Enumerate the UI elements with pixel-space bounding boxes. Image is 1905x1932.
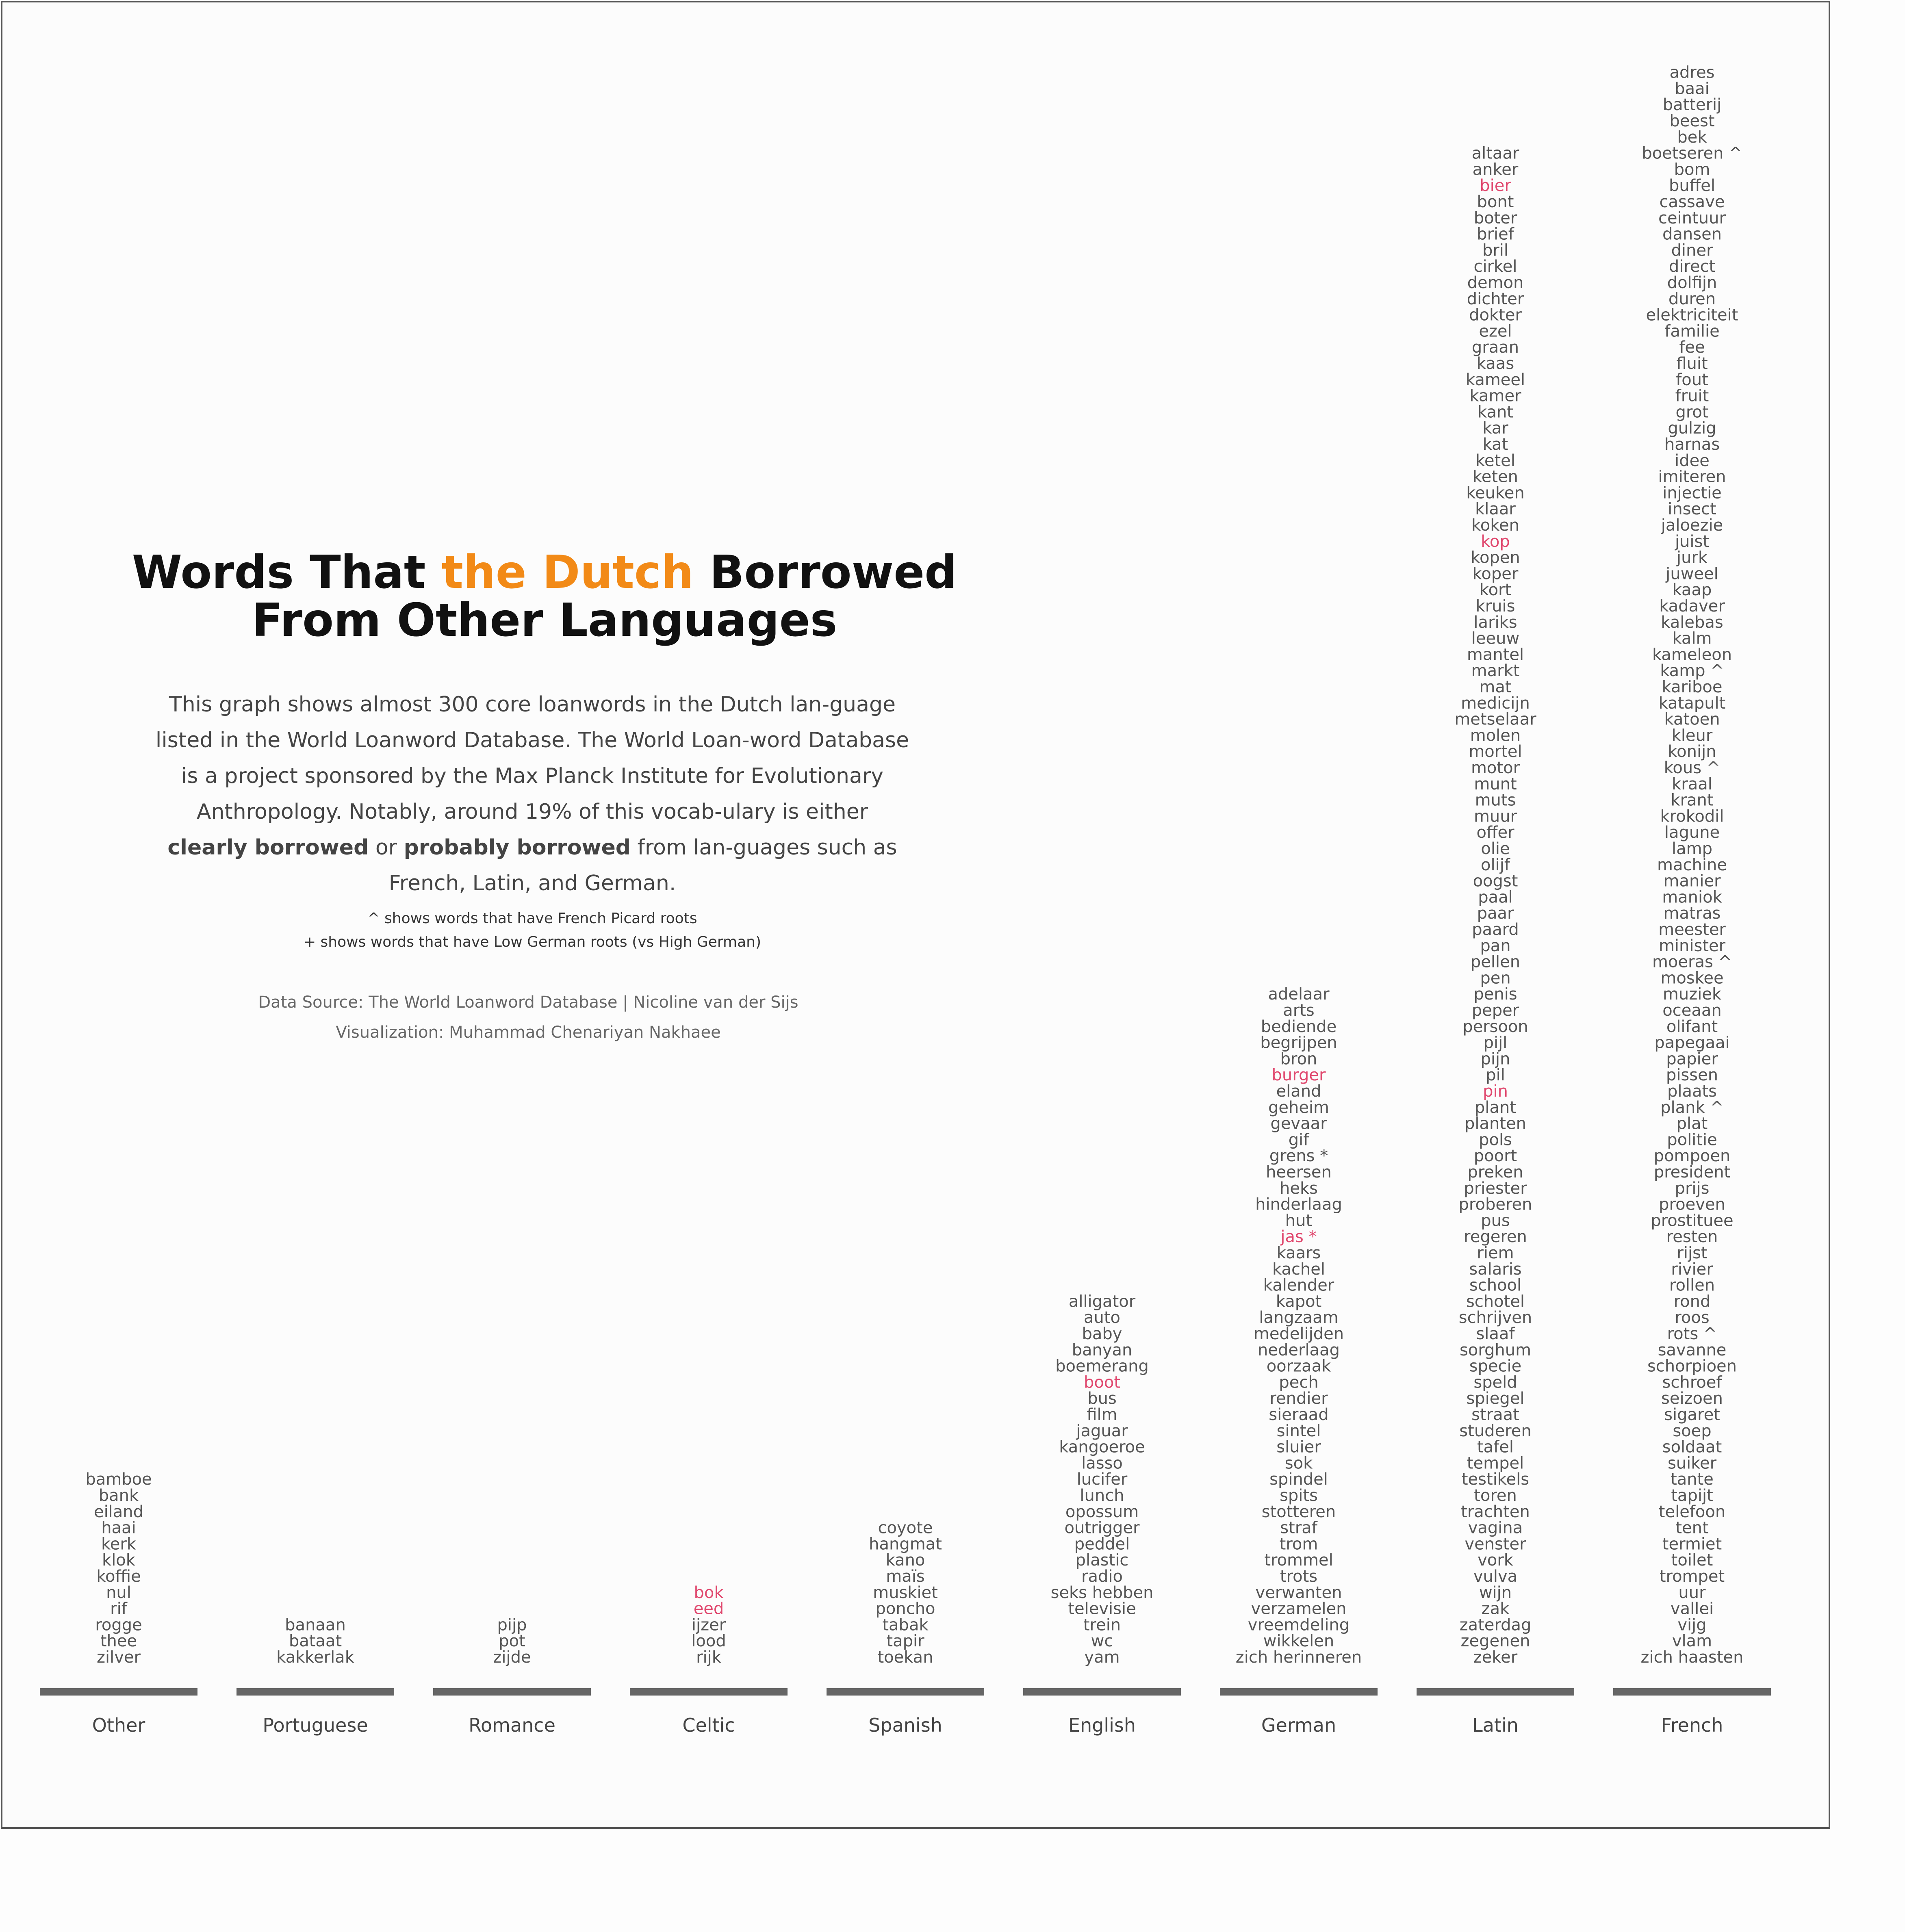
category-label-spanish: Spanish: [868, 1714, 942, 1736]
word-romance: zijde: [493, 1648, 531, 1667]
category-label-german: German: [1261, 1714, 1336, 1736]
bar-portuguese: [236, 1688, 394, 1696]
word-other: zilver: [97, 1648, 141, 1667]
bar-german: [1220, 1688, 1378, 1696]
bar-english: [1023, 1688, 1181, 1696]
word-french: zich haasten: [1640, 1648, 1743, 1667]
bar-latin: [1417, 1688, 1574, 1696]
category-label-latin: Latin: [1472, 1714, 1519, 1736]
word-celtic: rijk: [696, 1648, 722, 1667]
category-label-portuguese: Portuguese: [263, 1714, 368, 1736]
category-label-celtic: Celtic: [682, 1714, 735, 1736]
bar-french: [1613, 1688, 1771, 1696]
bar-romance: [433, 1688, 591, 1696]
category-label-french: French: [1661, 1714, 1723, 1736]
word-latin: zeker: [1473, 1648, 1518, 1667]
category-label-english: English: [1068, 1714, 1136, 1736]
bar-celtic: [630, 1688, 788, 1696]
word-english: yam: [1084, 1648, 1120, 1667]
bar-spanish: [827, 1688, 984, 1696]
word-columns-chart: Otherbamboebankeilandhaaikerkklokkoffien…: [40, 63, 1771, 1736]
word-german: zich herinneren: [1236, 1648, 1362, 1667]
category-label-other: Other: [92, 1714, 145, 1736]
word-spanish: toekan: [877, 1648, 933, 1667]
bar-other: [40, 1688, 197, 1696]
category-label-romance: Romance: [469, 1714, 555, 1736]
word-portuguese: kakkerlak: [276, 1648, 355, 1667]
